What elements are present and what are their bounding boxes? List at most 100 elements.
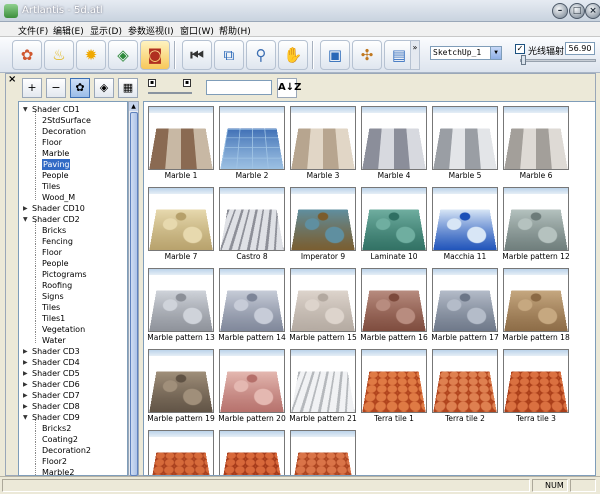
expand-right-icon[interactable]: ▶ xyxy=(23,346,28,357)
tree-item[interactable]: Marble xyxy=(42,148,69,159)
shader-thumbnail[interactable]: Terra tile 1 xyxy=(359,347,429,423)
tree-item[interactable]: Signs xyxy=(42,291,64,302)
menu-file[interactable]: 文件(F) xyxy=(18,24,48,37)
tree-category[interactable]: Shader CD2 xyxy=(32,214,80,225)
tree-category[interactable]: Shader CD9 xyxy=(32,412,80,423)
tree-item[interactable]: Floor2 xyxy=(42,456,67,467)
hand-icon[interactable]: ✋ xyxy=(278,40,308,70)
menu-view[interactable]: 显示(D) xyxy=(90,24,122,37)
menu-params[interactable]: 参数巡视(I) xyxy=(128,24,174,37)
tree-item[interactable]: Wood_M xyxy=(42,192,75,203)
shader-thumbnail[interactable]: Marble pattern 20 xyxy=(217,347,287,423)
shader-icon[interactable]: ✿ xyxy=(70,78,90,98)
monitor-icon[interactable]: ▣ xyxy=(320,40,350,70)
expand-down-icon[interactable]: ▼ xyxy=(23,412,28,423)
sort-button[interactable]: A↓Z xyxy=(277,78,301,98)
tree-item[interactable]: Fencing xyxy=(42,236,73,247)
expand-right-icon[interactable]: ▶ xyxy=(23,368,28,379)
shader-thumbnail[interactable]: Marble 5 xyxy=(430,104,500,180)
menu-edit[interactable]: 编辑(E) xyxy=(53,24,84,37)
cube-icon[interactable]: ◈ xyxy=(108,40,138,70)
shader-thumbnail[interactable]: Marble pattern 18 xyxy=(501,266,571,342)
shader-thumbnail[interactable]: Marble pattern 19 xyxy=(146,347,216,423)
tree-scrollbar[interactable]: ▲ xyxy=(128,101,139,476)
shader-thumbnail[interactable]: Marble 6 xyxy=(501,104,571,180)
palette-icon[interactable]: ✿ xyxy=(12,40,42,70)
menu-help[interactable]: 帮助(H) xyxy=(219,24,251,37)
tree-category[interactable]: Shader CD3 xyxy=(32,346,80,357)
sun-icon[interactable]: ✹ xyxy=(76,40,106,70)
expand-down-icon[interactable]: ▼ xyxy=(23,104,28,115)
style-select[interactable]: SketchUp_1 ▼ xyxy=(430,46,502,60)
tree-category[interactable]: Shader CD4 xyxy=(32,357,80,368)
zoom-icon[interactable]: ⚲ xyxy=(246,40,276,70)
tree-category[interactable]: Shader CD8 xyxy=(32,401,80,412)
tree-item[interactable]: Bricks2 xyxy=(42,423,71,434)
chevron-down-icon[interactable]: ▼ xyxy=(490,47,501,59)
shader-thumbnail[interactable]: Marble pattern 14 xyxy=(217,266,287,342)
shader-thumbnail[interactable]: Marble pattern 21 xyxy=(288,347,358,423)
tree-category[interactable]: Shader CD10 xyxy=(32,203,85,214)
shader-thumbnail[interactable]: Terra tile 2 xyxy=(430,347,500,423)
tree-item[interactable]: Pictograms xyxy=(42,269,87,280)
shader-thumbnail[interactable]: Marble 7 xyxy=(146,185,216,261)
expand-right-icon[interactable]: ▶ xyxy=(23,390,28,401)
tree-item[interactable]: Decoration2 xyxy=(42,445,91,456)
tree-item[interactable]: Floor xyxy=(42,247,62,258)
radiosity-slider[interactable] xyxy=(520,59,596,62)
expand-right-icon[interactable]: ▶ xyxy=(23,203,28,214)
radiosity-slider-thumb[interactable] xyxy=(521,55,526,65)
tree-item[interactable]: Tiles xyxy=(42,181,60,192)
shader-thumbnail[interactable]: Marble 1 xyxy=(146,104,216,180)
close-icon[interactable]: × xyxy=(585,3,600,19)
close-icon[interactable]: × xyxy=(8,74,16,85)
tree-category[interactable]: Shader CD5 xyxy=(32,368,80,379)
shader-thumbnail[interactable]: Marble pattern 12 xyxy=(501,185,571,261)
tree-item[interactable]: Tiles1 xyxy=(42,313,65,324)
shader-thumbnail[interactable]: Marble 4 xyxy=(359,104,429,180)
tree-item[interactable]: People xyxy=(42,258,69,269)
tree-category[interactable]: Shader CD6 xyxy=(32,379,80,390)
shader-thumbnail[interactable]: Castro 8 xyxy=(217,185,287,261)
scroll-thumb[interactable] xyxy=(130,112,138,476)
shader-thumbnail[interactable]: Marble pattern 17 xyxy=(430,266,500,342)
radiosity-value[interactable]: 56.90 xyxy=(565,42,595,55)
shader-thumbnail[interactable]: Imperator 9 xyxy=(288,185,358,261)
tree-item[interactable]: Water xyxy=(42,335,66,346)
image-icon[interactable]: ▦ xyxy=(118,78,138,98)
scroll-up-icon[interactable]: ▲ xyxy=(129,102,138,111)
globe-icon[interactable]: ✣ xyxy=(352,40,382,70)
shader-thumbnail[interactable]: Marble pattern 13 xyxy=(146,266,216,342)
shader-thumbnail[interactable]: Marble 2 xyxy=(217,104,287,180)
tree-item[interactable]: Tiles xyxy=(42,302,60,313)
toolbar-more-button[interactable]: » xyxy=(410,40,420,70)
shader-thumbnail[interactable] xyxy=(146,428,216,475)
add-icon[interactable]: + xyxy=(22,78,42,98)
tree-item[interactable]: Decoration xyxy=(42,126,86,137)
first-frame-icon[interactable]: ⏮ xyxy=(182,40,212,70)
shader-thumbnail[interactable]: Marble 3 xyxy=(288,104,358,180)
expand-right-icon[interactable]: ▶ xyxy=(23,401,28,412)
camera-icon[interactable]: ◙ xyxy=(140,40,170,70)
shader-thumbnail[interactable]: Macchia 11 xyxy=(430,185,500,261)
tree-item[interactable]: People xyxy=(42,170,69,181)
remove-icon[interactable]: − xyxy=(46,78,66,98)
bulb-icon[interactable]: ♨ xyxy=(44,40,74,70)
expand-right-icon[interactable]: ▶ xyxy=(23,379,28,390)
menu-window[interactable]: 窗口(W) xyxy=(180,24,214,37)
minimize-icon[interactable]: – xyxy=(552,3,568,19)
tree-item[interactable]: Marble2 xyxy=(42,467,74,475)
shader-thumbnail[interactable]: Marble pattern 16 xyxy=(359,266,429,342)
tree-item[interactable]: Bricks xyxy=(42,225,66,236)
expand-down-icon[interactable]: ▼ xyxy=(23,214,28,225)
tree-item[interactable]: 2StdSurface xyxy=(42,115,91,126)
shader-thumbnail[interactable] xyxy=(217,428,287,475)
shader-thumbnail[interactable] xyxy=(288,428,358,475)
object-icon[interactable]: ◈ xyxy=(94,78,114,98)
tree-item[interactable]: Floor xyxy=(42,137,62,148)
tree-item[interactable]: Vegetation xyxy=(42,324,85,335)
tree-category[interactable]: Shader CD1 xyxy=(32,104,80,115)
shader-thumbnail[interactable]: Terra tile 3 xyxy=(501,347,571,423)
tree-item[interactable]: Paving xyxy=(42,159,71,170)
shader-thumbnail[interactable]: Marble pattern 15 xyxy=(288,266,358,342)
